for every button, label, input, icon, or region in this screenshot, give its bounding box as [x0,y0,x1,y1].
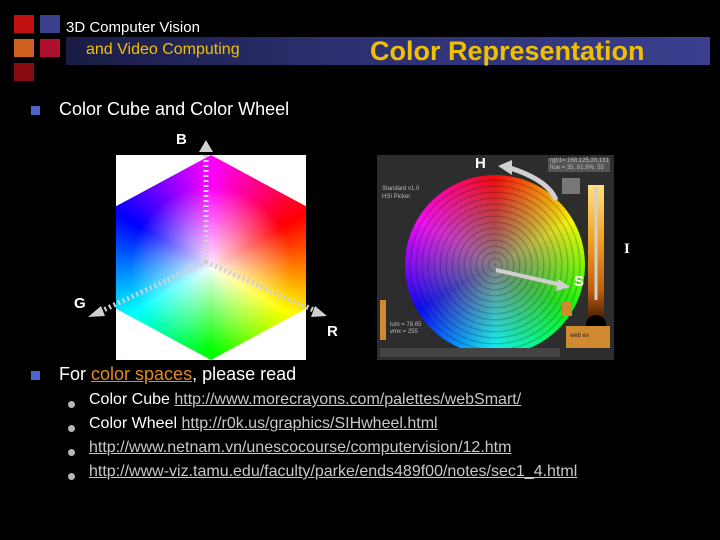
saturation-arrowhead [556,279,570,291]
sub-bullet-dot-icon [68,473,75,480]
bullet-square-icon [31,371,40,380]
intro-suffix: , please read [192,364,297,384]
reference-item: http://www.netnam.vn/unescocourse/comput… [89,439,511,457]
reference-item: http://www-viz.tamu.edu/faculty/parke/en… [89,463,577,481]
color-spaces-link[interactable]: color spaces [91,364,192,384]
sub-bullet-dot-icon [68,425,75,432]
intro-prefix: For [59,364,92,384]
reference-link[interactable]: http://www.netnam.vn/unescocourse/comput… [89,439,511,456]
reference-label: Color Cube [89,391,175,408]
bullet-text-color-spaces: For color spaces, please read [59,364,296,385]
wheel-label-h: H [475,155,486,172]
reference-link[interactable]: http://www-viz.tamu.edu/faculty/parke/en… [89,463,577,480]
sub-bullet-dot-icon [68,449,75,456]
reference-item: Color Cube http://www.morecrayons.com/pa… [89,391,521,409]
wheel-arrows [495,160,598,300]
reference-link[interactable]: http://r0k.us/graphics/SIHwheel.html [181,415,437,432]
wheel-label-i: I [624,241,630,257]
reference-item: Color Wheel http://r0k.us/graphics/SIHwh… [89,415,438,433]
wheel-label-s: S [574,273,585,290]
reference-label: Color Wheel [89,415,182,432]
sub-bullet-dot-icon [68,401,75,408]
hue-arrow-line [509,165,559,202]
saturation-arrow-line [495,268,563,287]
hue-arrowhead [498,160,512,175]
reference-link[interactable]: http://www.morecrayons.com/palettes/webS… [174,391,521,408]
